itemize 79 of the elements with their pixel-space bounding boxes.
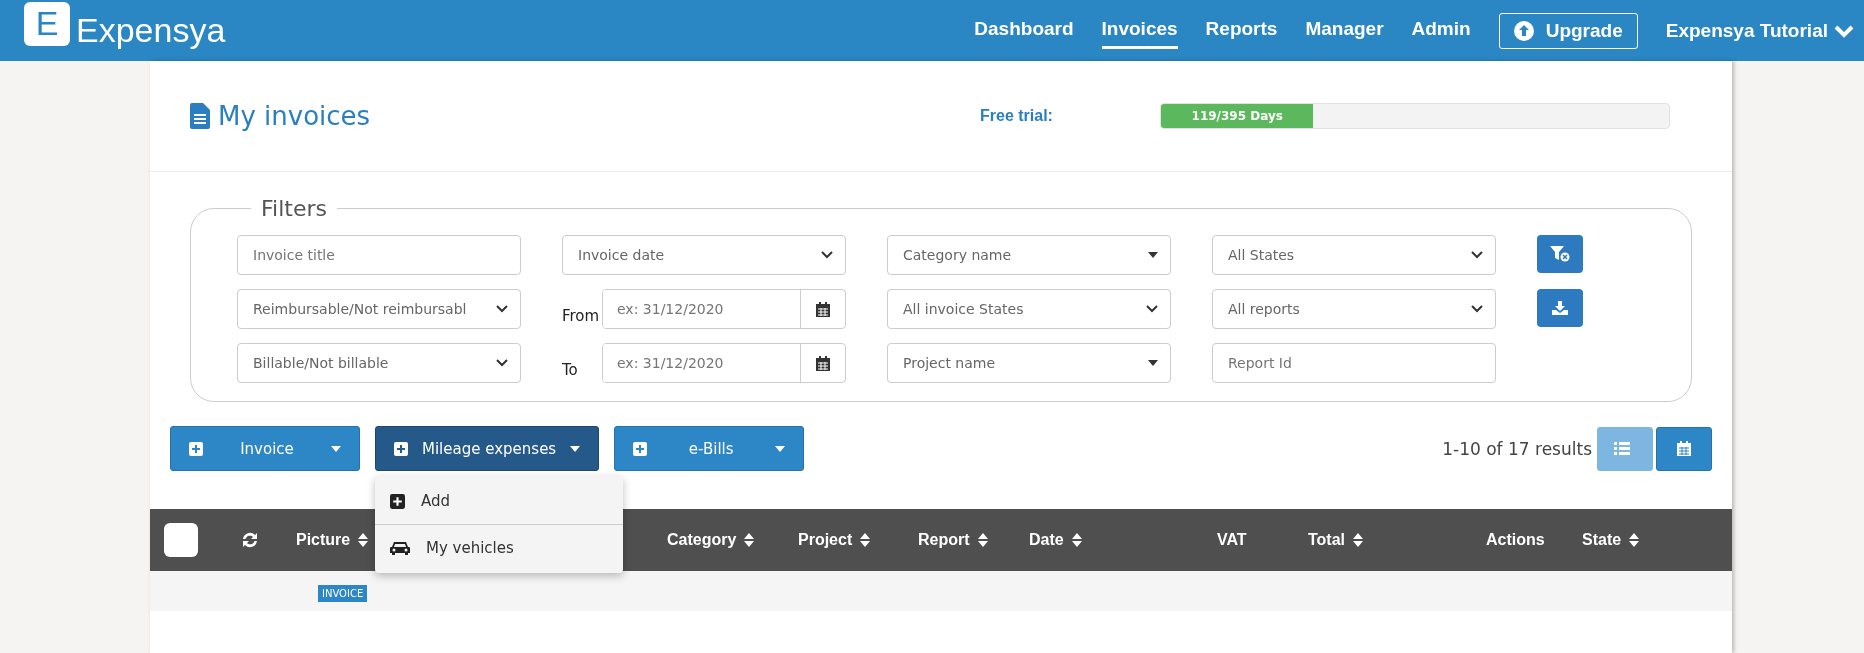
combo-field[interactable]: Category name bbox=[887, 235, 1171, 275]
upgrade-button[interactable]: Upgrade bbox=[1498, 12, 1638, 49]
sort-icon bbox=[1353, 533, 1364, 547]
sort-icon bbox=[860, 533, 871, 547]
sort-icon bbox=[1629, 533, 1640, 547]
nav-link[interactable]: Reports bbox=[1205, 12, 1278, 49]
document-icon bbox=[190, 103, 210, 129]
chevron-down-icon bbox=[496, 305, 508, 313]
select-field[interactable]: All invoice States bbox=[887, 289, 1171, 329]
download-button[interactable] bbox=[1537, 289, 1583, 327]
trial-days-text: 119/395 Days bbox=[1190, 108, 1284, 125]
select-field[interactable]: Reimbursable/Not reimbursabl bbox=[237, 289, 521, 329]
page-title: My invoices bbox=[218, 101, 371, 131]
sort-icon bbox=[977, 533, 988, 547]
select-field[interactable]: All reports bbox=[1212, 289, 1496, 329]
chevron-down-icon bbox=[1834, 23, 1854, 38]
text-field[interactable]: Invoice title bbox=[237, 235, 521, 275]
column-header[interactable]: Category bbox=[667, 531, 755, 549]
select-all-checkbox[interactable] bbox=[164, 523, 198, 557]
column-header[interactable]: Project bbox=[798, 531, 871, 549]
up-arrow-circle-icon bbox=[1513, 20, 1534, 41]
chevron-down-icon bbox=[821, 251, 833, 259]
calendar-icon bbox=[816, 355, 830, 371]
sort-icon bbox=[744, 533, 755, 547]
column-header[interactable]: State bbox=[1582, 531, 1640, 549]
select-field[interactable]: Invoice date bbox=[562, 235, 846, 275]
date-field[interactable]: ex: 31/12/2020 bbox=[602, 289, 846, 329]
caret-down-icon bbox=[1148, 252, 1158, 258]
trial-label: Free trial: bbox=[980, 107, 1054, 125]
download-icon bbox=[1552, 301, 1568, 315]
plus-square-icon bbox=[394, 441, 408, 456]
column-header[interactable]: Report bbox=[918, 531, 988, 549]
caret-down-icon bbox=[331, 445, 341, 452]
chevron-down-icon bbox=[1471, 251, 1483, 259]
date-label: To bbox=[562, 361, 579, 381]
invoice-tag: INVOICE bbox=[318, 585, 368, 602]
calendar-icon bbox=[816, 301, 830, 317]
select-field[interactable]: All States bbox=[1212, 235, 1496, 275]
car-icon bbox=[390, 540, 410, 556]
column-header: VAT bbox=[1217, 531, 1247, 549]
add-dropdown-button[interactable]: Mileage expenses bbox=[375, 426, 600, 471]
text-field[interactable]: Report Id bbox=[1212, 343, 1496, 383]
caret-down-icon bbox=[1148, 360, 1158, 366]
nav-link[interactable]: Dashboard bbox=[974, 12, 1074, 49]
user-menu[interactable]: Expensya Tutorial bbox=[1665, 19, 1854, 42]
nav-link[interactable]: Invoices bbox=[1101, 12, 1178, 49]
sort-icon bbox=[1071, 533, 1082, 547]
nav-link[interactable]: Manager bbox=[1305, 12, 1384, 49]
clear-filters-button[interactable] bbox=[1537, 235, 1583, 273]
combo-field[interactable]: Project name bbox=[887, 343, 1171, 383]
column-header: Actions bbox=[1486, 531, 1545, 549]
chevron-down-icon bbox=[1146, 305, 1158, 313]
chevron-down-icon bbox=[496, 359, 508, 367]
sort-icon bbox=[358, 533, 369, 547]
filters-legend: Filters bbox=[251, 196, 337, 221]
nav-link[interactable]: Admin bbox=[1411, 12, 1471, 49]
menu-item[interactable]: Add bbox=[375, 482, 623, 520]
column-header[interactable]: Picture bbox=[296, 531, 369, 549]
calendar-icon bbox=[1677, 441, 1691, 456]
plus-square-icon bbox=[390, 493, 405, 509]
brand-name: Expensya bbox=[76, 11, 226, 50]
column-header[interactable]: Total bbox=[1308, 531, 1364, 549]
results-count: 1-10 of 17 results bbox=[1442, 438, 1592, 459]
chevron-down-icon bbox=[1471, 305, 1483, 313]
date-field[interactable]: ex: 31/12/2020 bbox=[602, 343, 846, 383]
plus-square-icon bbox=[189, 441, 203, 456]
logo-letter: E bbox=[35, 4, 59, 43]
filter-remove-icon bbox=[1550, 246, 1570, 262]
column-header[interactable]: Date bbox=[1029, 531, 1082, 549]
select-field[interactable]: Billable/Not billable bbox=[237, 343, 521, 383]
add-dropdown-button[interactable]: e-Bills bbox=[614, 426, 805, 471]
caret-down-icon bbox=[570, 445, 581, 452]
caret-down-icon bbox=[775, 445, 786, 452]
plus-square-icon bbox=[633, 441, 648, 456]
add-dropdown-button[interactable]: Invoice bbox=[170, 426, 360, 471]
refresh-icon[interactable] bbox=[240, 530, 260, 550]
calendar-view-button[interactable] bbox=[1656, 426, 1712, 471]
menu-item[interactable]: My vehicles bbox=[375, 529, 623, 567]
list-icon bbox=[1614, 442, 1630, 455]
